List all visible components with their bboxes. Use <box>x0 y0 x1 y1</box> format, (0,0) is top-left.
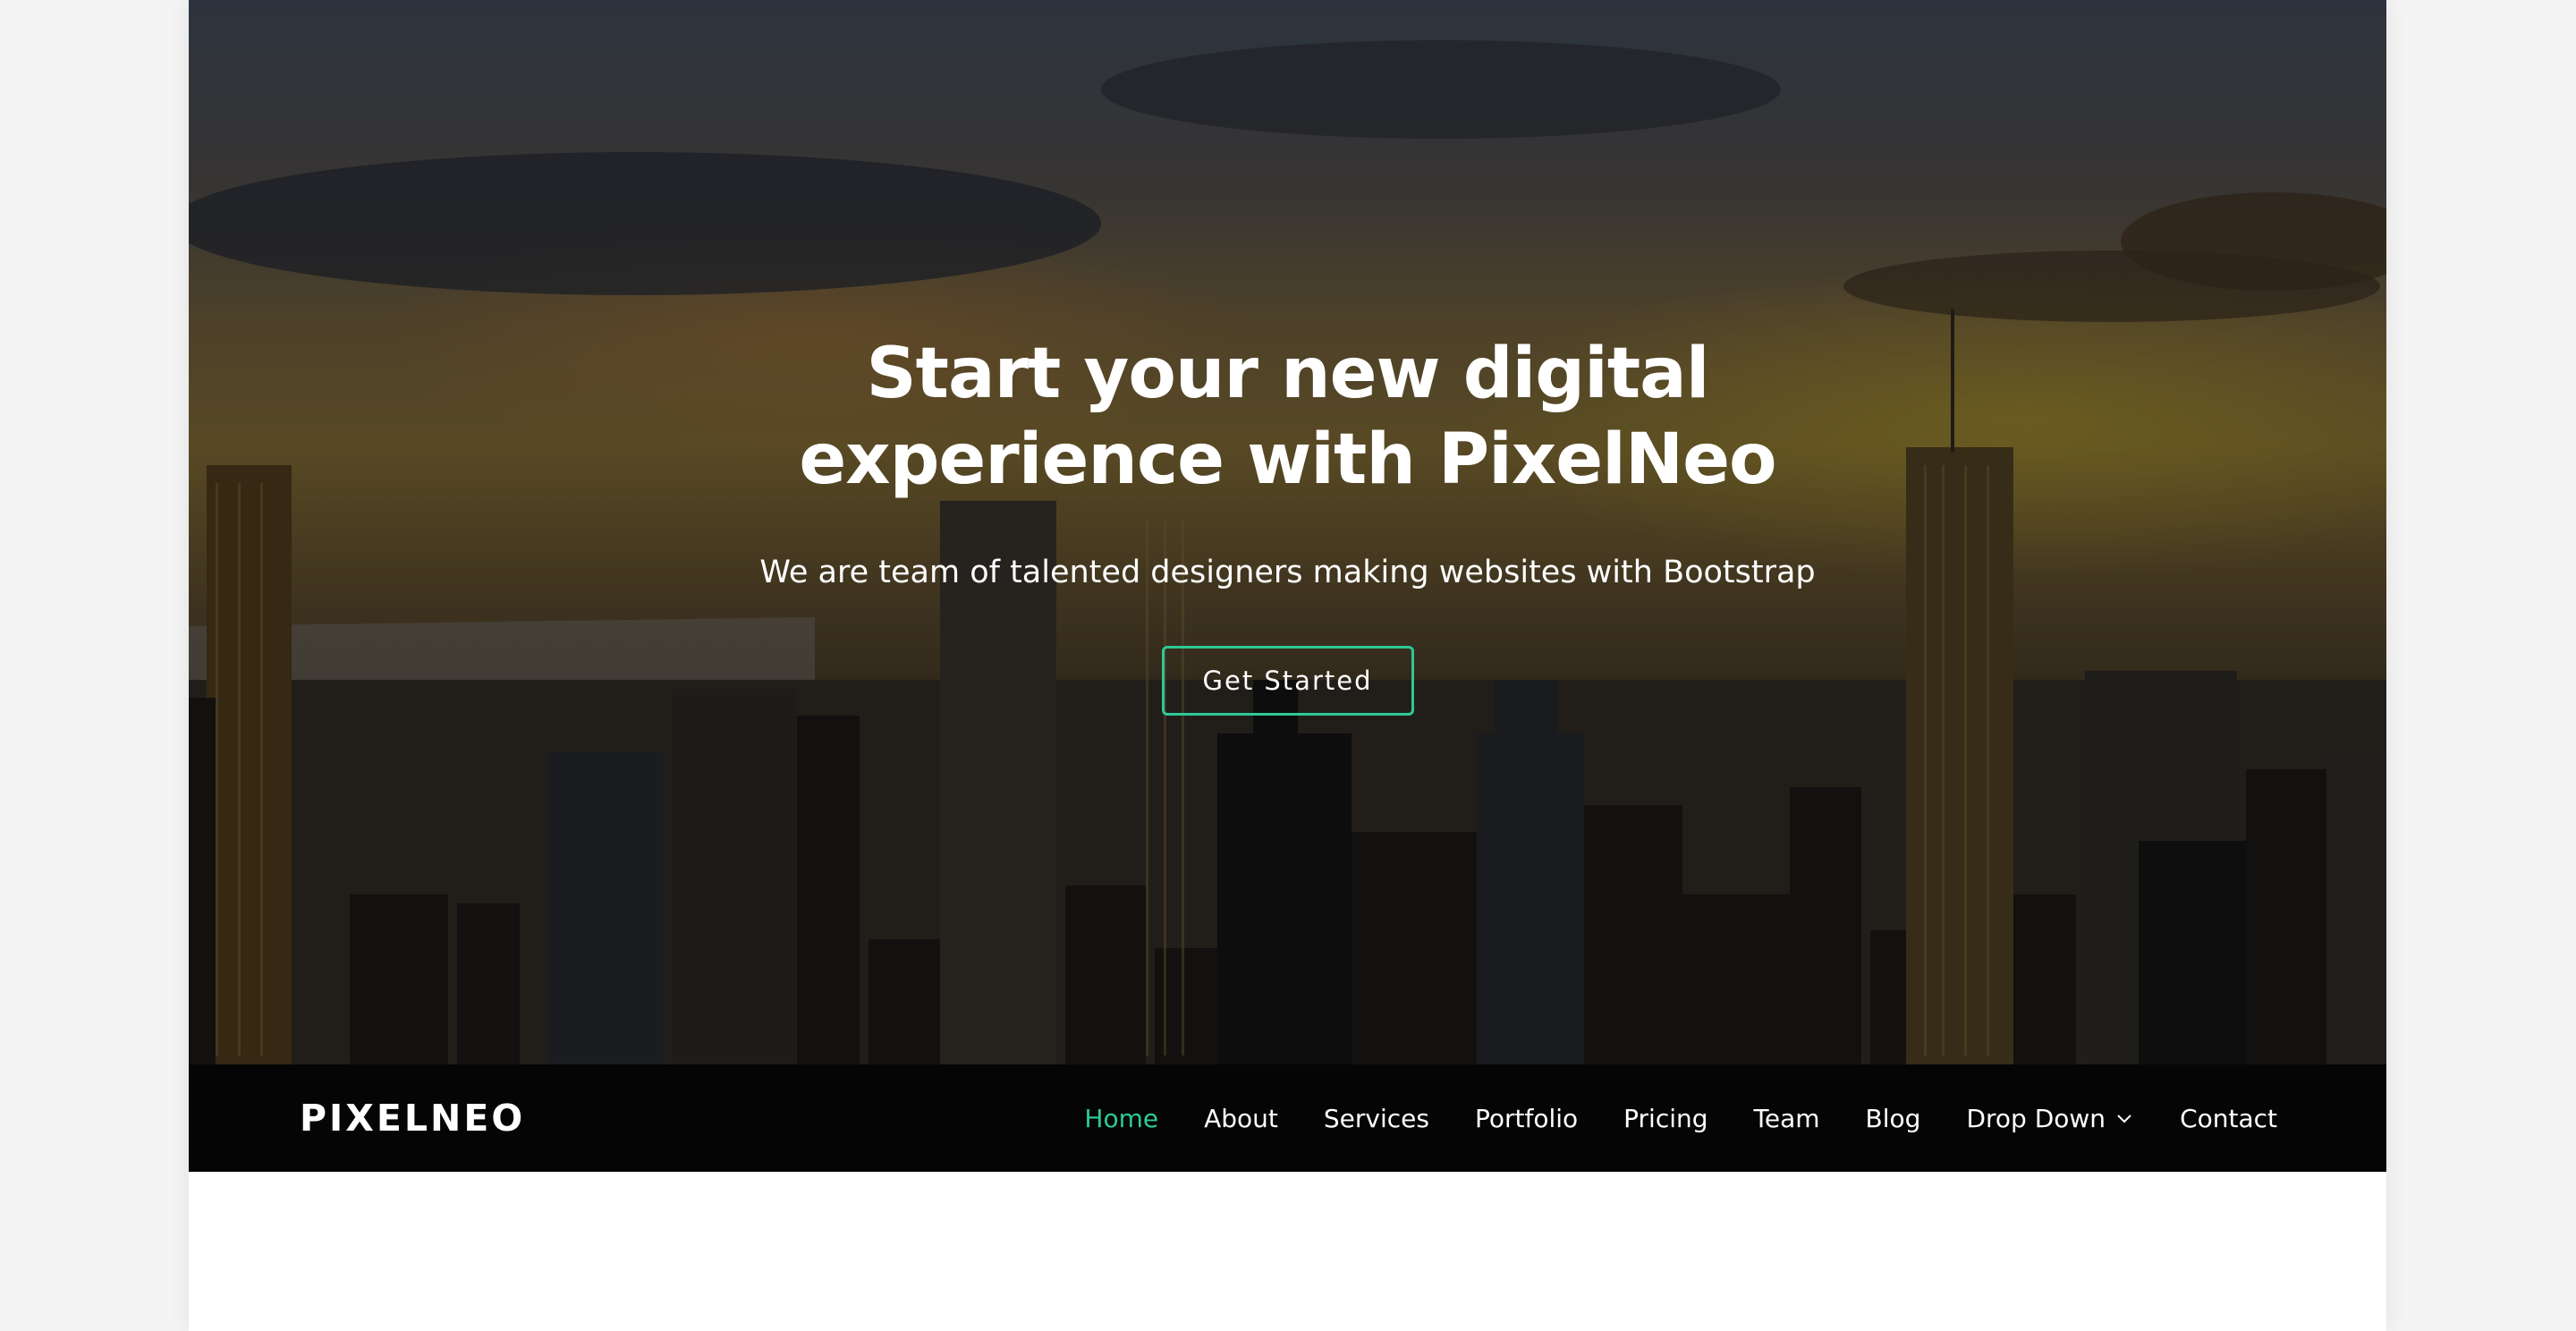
hero-content: Start your new digital experience with P… <box>189 331 2386 716</box>
main-navbar: PIXELNEO Home About Services Portfolio P… <box>189 1064 2386 1172</box>
nav-item-dropdown[interactable]: Drop Down <box>1966 1104 2134 1133</box>
nav-menu: Home About Services Portfolio Pricing Te… <box>1084 1064 2277 1172</box>
get-started-button[interactable]: Get Started <box>1161 646 1414 716</box>
nav-item-blog[interactable]: Blog <box>1866 1104 1921 1133</box>
nav-item-contact[interactable]: Contact <box>2180 1104 2277 1133</box>
chevron-down-icon <box>2117 1115 2131 1123</box>
page-container: Start your new digital experience with P… <box>189 0 2386 1331</box>
hero-title-line2: experience with PixelNeo <box>799 420 1776 500</box>
site-logo[interactable]: PIXELNEO <box>300 1064 525 1172</box>
nav-item-portfolio[interactable]: Portfolio <box>1475 1104 1578 1133</box>
nav-item-team[interactable]: Team <box>1754 1104 1820 1133</box>
hero-section: Start your new digital experience with P… <box>189 0 2386 1064</box>
nav-item-about[interactable]: About <box>1204 1104 1278 1133</box>
nav-item-services[interactable]: Services <box>1324 1104 1429 1133</box>
hero-title: Start your new digital experience with P… <box>189 331 2386 503</box>
nav-item-pricing[interactable]: Pricing <box>1623 1104 1707 1133</box>
nav-item-home[interactable]: Home <box>1084 1104 1158 1133</box>
hero-title-line1: Start your new digital <box>866 334 1709 414</box>
hero-subtitle: We are team of talented designers making… <box>759 555 1816 590</box>
